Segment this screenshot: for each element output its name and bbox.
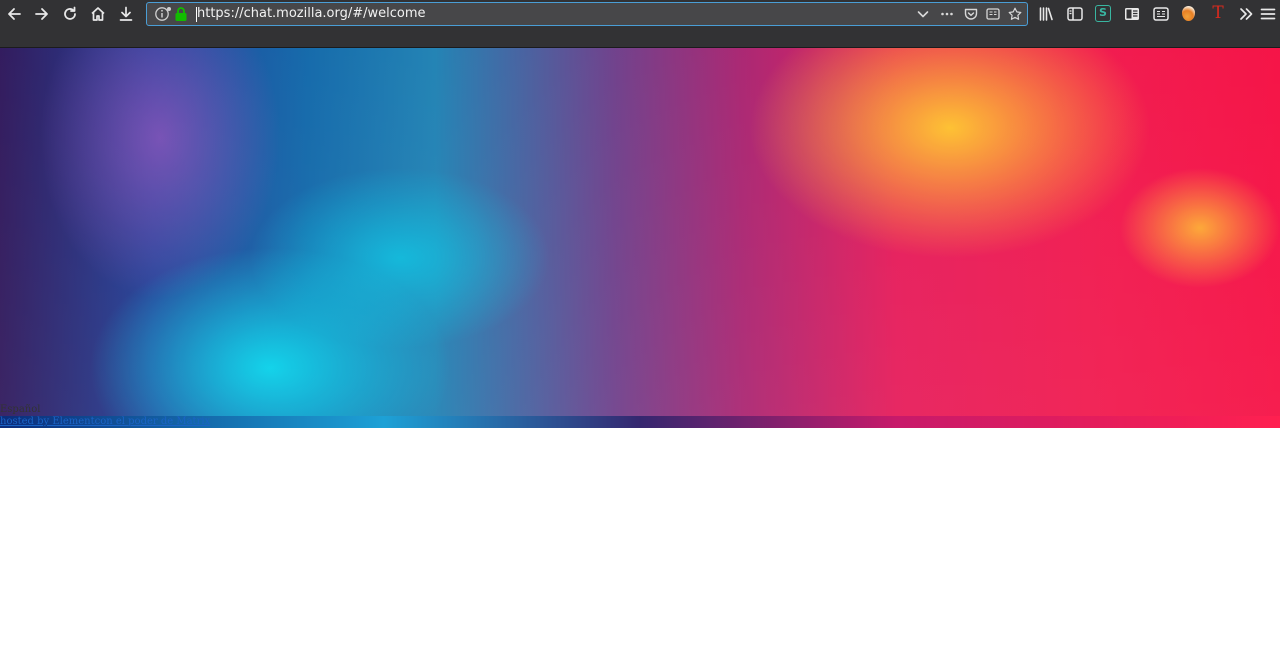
browser-toolbar: https://chat.mozilla.org/#/welcome S T [0,0,1280,48]
overflow-icon[interactable] [1234,2,1258,26]
forward-icon[interactable] [30,2,54,26]
lock-icon[interactable] [174,6,188,22]
download-icon[interactable] [114,2,138,26]
page-info-icon[interactable] [154,6,172,22]
ball-extension-icon[interactable] [1182,6,1195,21]
bookmark-star-icon[interactable] [1005,5,1025,23]
screenshot-extension-icon[interactable] [1149,2,1173,26]
t-extension-icon[interactable]: T [1210,3,1226,23]
library-icon[interactable] [1034,2,1058,26]
background-blur-overlay [0,48,1280,416]
dropdown-chevron-icon[interactable] [913,5,933,23]
sidebar-icon[interactable] [1063,2,1087,26]
language-selector[interactable]: Español [0,404,40,416]
url-text[interactable]: https://chat.mozilla.org/#/welcome [197,5,426,23]
reader-extension-icon[interactable] [1120,2,1144,26]
s-extension-icon[interactable]: S [1095,5,1111,22]
pocket-icon[interactable] [961,5,981,23]
reload-icon[interactable] [58,2,82,26]
footer-link[interactable]: hosted by Elementcon el poder de Matrix [0,416,210,428]
back-icon[interactable] [2,2,26,26]
home-icon[interactable] [86,2,110,26]
menu-icon[interactable] [1256,2,1280,26]
reader-view-icon[interactable] [983,5,1003,23]
page-actions-icon[interactable] [937,5,957,23]
url-bar[interactable]: https://chat.mozilla.org/#/welcome [146,2,1028,26]
welcome-background-image [0,48,1280,428]
